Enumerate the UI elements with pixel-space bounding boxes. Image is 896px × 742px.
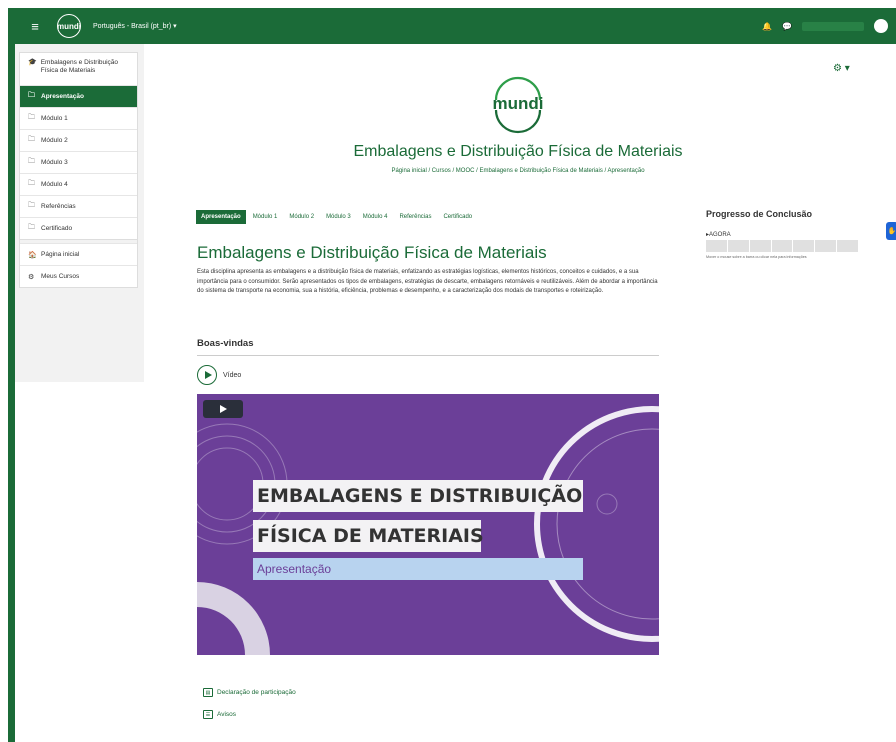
sidebar-item-modulo-2[interactable]: 🗀 Módulo 2 bbox=[20, 129, 137, 151]
graduation-cap-icon: 🎓 bbox=[28, 59, 37, 66]
navbar-right: 🔔 💬 bbox=[762, 19, 888, 33]
sidebar-item-my-courses[interactable]: ⚙ Meus Cursos bbox=[20, 265, 137, 287]
tab-modulo-3[interactable]: Módulo 3 bbox=[321, 210, 356, 224]
welcome-heading: Boas-vindas bbox=[197, 338, 659, 356]
gear-icon[interactable]: ⚙ ▾ bbox=[833, 63, 850, 74]
section-description: Esta disciplina apresenta as embalagens … bbox=[197, 269, 658, 294]
notices-link[interactable]: ☰ Avisos bbox=[203, 710, 236, 719]
sidebar-item-label: Apresentação bbox=[41, 93, 84, 100]
folder-icon: 🗀 bbox=[28, 180, 35, 187]
user-name[interactable] bbox=[802, 21, 864, 31]
sidebar-item-label: Meus Cursos bbox=[41, 273, 80, 280]
sidebar-item-label: Página inicial bbox=[41, 251, 80, 258]
sidebar-item-label: Módulo 1 bbox=[41, 115, 68, 122]
nav-drawer: 🎓 Embalagens e Distribuição Física de Ma… bbox=[15, 44, 144, 382]
sidebar-item-apresentacao[interactable]: 🗀 Apresentação bbox=[20, 85, 137, 107]
folder-icon: 🗀 bbox=[28, 224, 35, 231]
sidebar-item-label: Referências bbox=[41, 203, 76, 210]
tab-modulo-2[interactable]: Módulo 2 bbox=[284, 210, 319, 224]
accessibility-widget-icon[interactable]: ✋ bbox=[886, 222, 896, 240]
sidebar-item-referencias[interactable]: 🗀 Referências bbox=[20, 195, 137, 217]
page: ≡ mundi Português - Brasil (pt_br) ▾ 🔔 💬… bbox=[0, 0, 896, 742]
mundi-logo: mundi bbox=[493, 76, 544, 134]
tab-certificado[interactable]: Certificado bbox=[438, 210, 477, 224]
left-rail bbox=[8, 8, 15, 742]
navbar: ≡ mundi Português - Brasil (pt_br) ▾ 🔔 💬 bbox=[15, 8, 896, 44]
tab-modulo-1[interactable]: Módulo 1 bbox=[248, 210, 283, 224]
video-activity[interactable]: Vídeo bbox=[197, 365, 241, 385]
notices-label[interactable]: Avisos bbox=[217, 711, 236, 718]
logo-text: mundi bbox=[493, 94, 544, 113]
sidebar-item-modulo-3[interactable]: 🗀 Módulo 3 bbox=[20, 151, 137, 173]
sidebar-item-certificado[interactable]: 🗀 Certificado bbox=[20, 217, 137, 239]
page-title: Embalagens e Distribuição Física de Mate… bbox=[353, 143, 683, 160]
sidebar-item-label: Módulo 3 bbox=[41, 159, 68, 166]
progress-bar[interactable] bbox=[706, 240, 860, 252]
play-circle-icon bbox=[197, 365, 217, 385]
progress-title: Progresso de Conclusão bbox=[706, 209, 813, 219]
bell-icon[interactable]: 🔔 bbox=[762, 22, 772, 31]
folder-icon: 🗀 bbox=[28, 158, 35, 165]
folder-icon: 🗀 bbox=[28, 136, 35, 143]
home-icon: 🏠 bbox=[28, 251, 37, 259]
language-selector[interactable]: Português - Brasil (pt_br) ▾ bbox=[93, 22, 177, 30]
hamburger-icon[interactable]: ≡ bbox=[27, 19, 43, 34]
avatar[interactable] bbox=[874, 19, 888, 33]
folder-icon: 🗀 bbox=[28, 114, 35, 121]
progress-hint: Mover o mouse sobre a barra ou clicar ne… bbox=[706, 255, 807, 259]
declaration-link[interactable]: ▤ Declaração de participação bbox=[203, 688, 296, 697]
sidebar-item-home[interactable]: 🏠 Página inicial bbox=[20, 243, 137, 265]
video-player[interactable]: EMBALAGENS E DISTRIBUIÇÃO FÍSICA DE MATE… bbox=[197, 394, 659, 655]
chat-icon[interactable]: 💬 bbox=[782, 22, 792, 31]
sidebar-item-modulo-4[interactable]: 🗀 Módulo 4 bbox=[20, 173, 137, 195]
logo-arc-bottom bbox=[494, 109, 542, 134]
sidebar-item-label: Certificado bbox=[41, 225, 73, 232]
video-play-button[interactable] bbox=[203, 400, 243, 418]
tab-referencias[interactable]: Referências bbox=[394, 210, 436, 224]
sidebar-item-label: Módulo 4 bbox=[41, 181, 68, 188]
section-tabs: Apresentação Módulo 1 Módulo 2 Módulo 3 … bbox=[196, 210, 477, 224]
video-label[interactable]: Vídeo bbox=[223, 372, 241, 379]
declaration-label[interactable]: Declaração de participação bbox=[217, 689, 296, 696]
navbar-logo[interactable]: mundi bbox=[57, 14, 81, 38]
forum-icon: ☰ bbox=[203, 710, 213, 719]
video-subtitle: Apresentação bbox=[253, 558, 583, 580]
sidebar-item-modulo-1[interactable]: 🗀 Módulo 1 bbox=[20, 107, 137, 129]
tab-modulo-4[interactable]: Módulo 4 bbox=[358, 210, 393, 224]
certificate-icon: ▤ bbox=[203, 688, 213, 697]
folder-icon: 🗀 bbox=[28, 202, 35, 209]
folder-icon: 🗀 bbox=[28, 92, 35, 99]
drawer-list: 🎓 Embalagens e Distribuição Física de Ma… bbox=[19, 52, 138, 288]
progress-now: ▸AGORA bbox=[706, 232, 731, 238]
video-title-line-1: EMBALAGENS E DISTRIBUIÇÃO bbox=[253, 480, 583, 512]
tachometer-icon: ⚙ bbox=[28, 273, 35, 281]
tab-apresentacao[interactable]: Apresentação bbox=[196, 210, 246, 224]
progress-now-label: AGORA bbox=[709, 232, 731, 238]
section-title: Embalagens e Distribuição Física de Mate… bbox=[197, 243, 547, 262]
sidebar-item-label: Módulo 2 bbox=[41, 137, 68, 144]
breadcrumb[interactable]: Página inicial / Cursos / MOOC / Embalag… bbox=[240, 168, 796, 174]
video-title-line-2: FÍSICA DE MATERIAIS bbox=[253, 520, 484, 552]
drawer-course-label: Embalagens e Distribuição Física de Mate… bbox=[40, 59, 119, 74]
drawer-course[interactable]: 🎓 Embalagens e Distribuição Física de Ma… bbox=[20, 53, 137, 85]
